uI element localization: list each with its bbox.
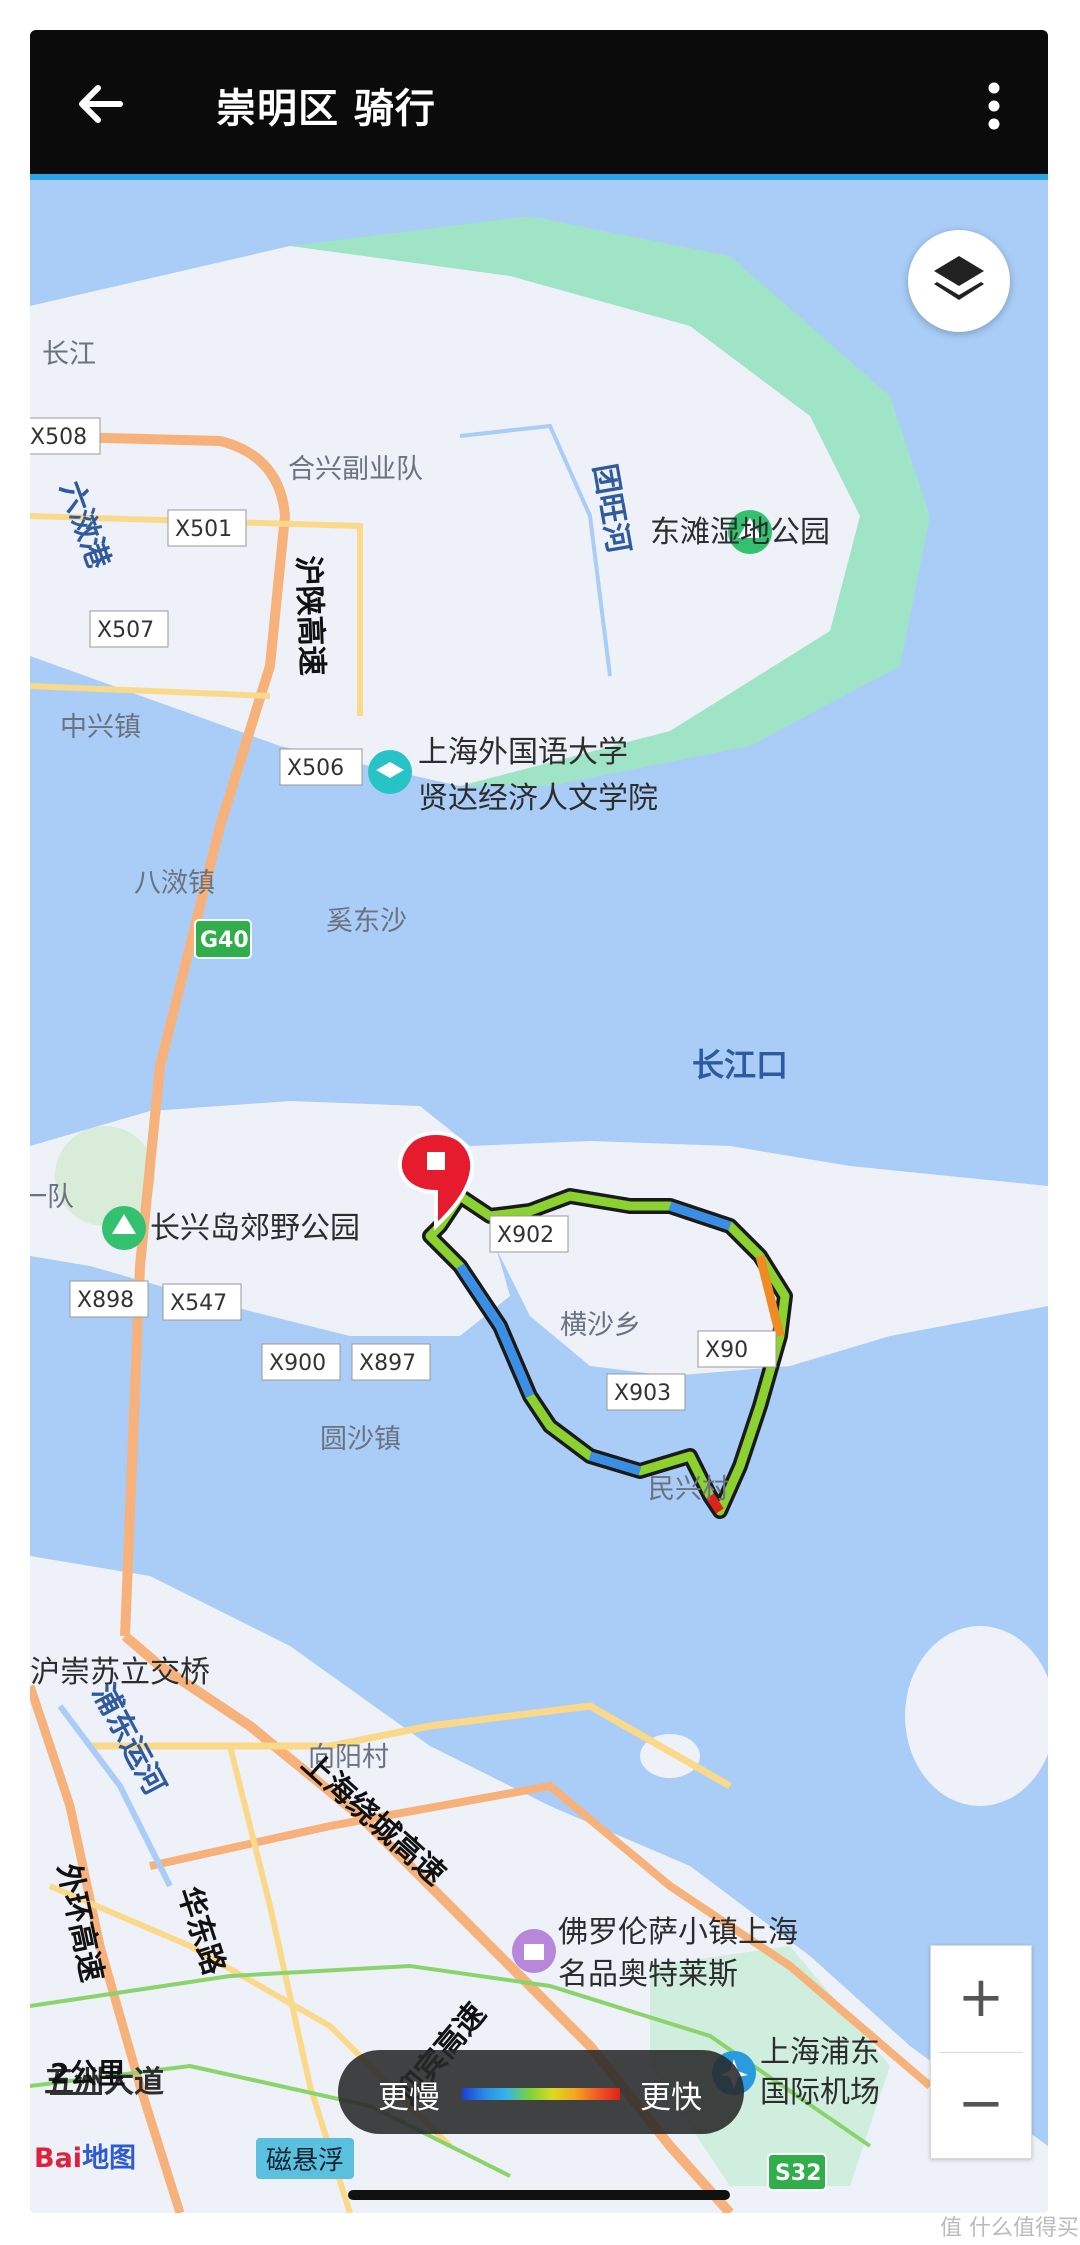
more-button[interactable] bbox=[980, 74, 1008, 138]
shield-x902: X902 bbox=[497, 1223, 554, 1248]
speed-gradient-bar bbox=[462, 2088, 620, 2100]
map-canvas[interactable]: X508 X501 X507 X506 G40 X898 X547 X900 X… bbox=[30, 186, 1048, 2213]
shield-x897: X897 bbox=[359, 1351, 416, 1376]
baidu-logo: Bai地图 bbox=[34, 2143, 137, 2174]
label-outlets: 名品奥特莱斯 bbox=[558, 1957, 738, 1992]
shield-x903: X903 bbox=[614, 1381, 671, 1406]
shopping-icon bbox=[512, 1929, 556, 1973]
label-university: 上海外国语大学 bbox=[418, 735, 628, 770]
label-hexing: 合兴副业队 bbox=[288, 454, 423, 485]
app-window: X508 X501 X507 X506 G40 X898 X547 X900 X… bbox=[30, 30, 1048, 2213]
zoom-out-button[interactable]: − bbox=[931, 2052, 1031, 2158]
label-dongtan: 东滩湿地公园 bbox=[650, 515, 830, 550]
label-xidong: 奚东沙 bbox=[326, 906, 407, 937]
shield-s32: S32 bbox=[775, 2161, 821, 2186]
page-title: 崇明区 骑行 bbox=[216, 86, 436, 132]
label-college: 贤达经济人文学院 bbox=[418, 781, 658, 816]
arrow-left-icon bbox=[79, 85, 123, 123]
shield-x900: X900 bbox=[269, 1351, 326, 1376]
legend-fast-label: 更快 bbox=[640, 2080, 702, 2116]
more-vertical-icon bbox=[988, 82, 1000, 130]
back-button[interactable] bbox=[68, 72, 132, 136]
zoom-in-button[interactable]: + bbox=[931, 1946, 1031, 2052]
label-husha: 沪陕高速 bbox=[290, 555, 329, 676]
label-hengsha: 横沙乡 bbox=[560, 1310, 641, 1341]
label-changxing-park: 长兴岛郊野公园 bbox=[150, 1211, 360, 1246]
watermark: 值 什么值得买 bbox=[940, 2216, 1079, 2241]
header-accent-line bbox=[30, 174, 1048, 180]
map-layers-button[interactable] bbox=[908, 230, 1010, 332]
label-changjiangkou: 长江口 bbox=[692, 1046, 788, 1084]
zoom-controls: + − bbox=[930, 1945, 1032, 2159]
legend-slow-label: 更慢 bbox=[378, 2080, 440, 2116]
label-pudong-airport: 上海浦东 bbox=[760, 2035, 880, 2070]
label-yuansha: 圆沙镇 bbox=[320, 1424, 401, 1455]
shield-x901: X90 bbox=[705, 1338, 748, 1363]
shield-x508: X508 bbox=[30, 425, 87, 450]
layers-icon bbox=[934, 256, 984, 300]
label-changjiang: 长江 bbox=[42, 339, 96, 370]
park-icon-2 bbox=[102, 1206, 146, 1250]
map-scale-bar bbox=[50, 2092, 102, 2095]
map-scale-label: 2公里 bbox=[50, 2057, 126, 2090]
shield-x506: X506 bbox=[287, 756, 344, 781]
label-airport: 国际机场 bbox=[760, 2075, 880, 2110]
label-florentia: 佛罗伦萨小镇上海 bbox=[558, 1915, 798, 1950]
label-zhongxing: 中兴镇 bbox=[60, 712, 141, 743]
speed-legend: 更慢 更快 bbox=[338, 2050, 744, 2134]
label-baxiao: 八滧镇 bbox=[134, 868, 215, 899]
school-icon bbox=[368, 750, 412, 794]
app-header: 崇明区 骑行 bbox=[30, 30, 1048, 180]
label-dui: 一队 bbox=[30, 1182, 74, 1213]
label-minxing: 民兴村 bbox=[648, 1474, 729, 1505]
shield-g40: G40 bbox=[200, 928, 249, 953]
shield-x501: X501 bbox=[175, 517, 232, 542]
shield-x898: X898 bbox=[77, 1288, 134, 1313]
shield-x547: X547 bbox=[170, 1291, 227, 1316]
home-indicator[interactable] bbox=[348, 2190, 730, 2200]
shield-x507: X507 bbox=[97, 618, 154, 643]
maglev-label: 磁悬浮 bbox=[256, 2138, 355, 2179]
